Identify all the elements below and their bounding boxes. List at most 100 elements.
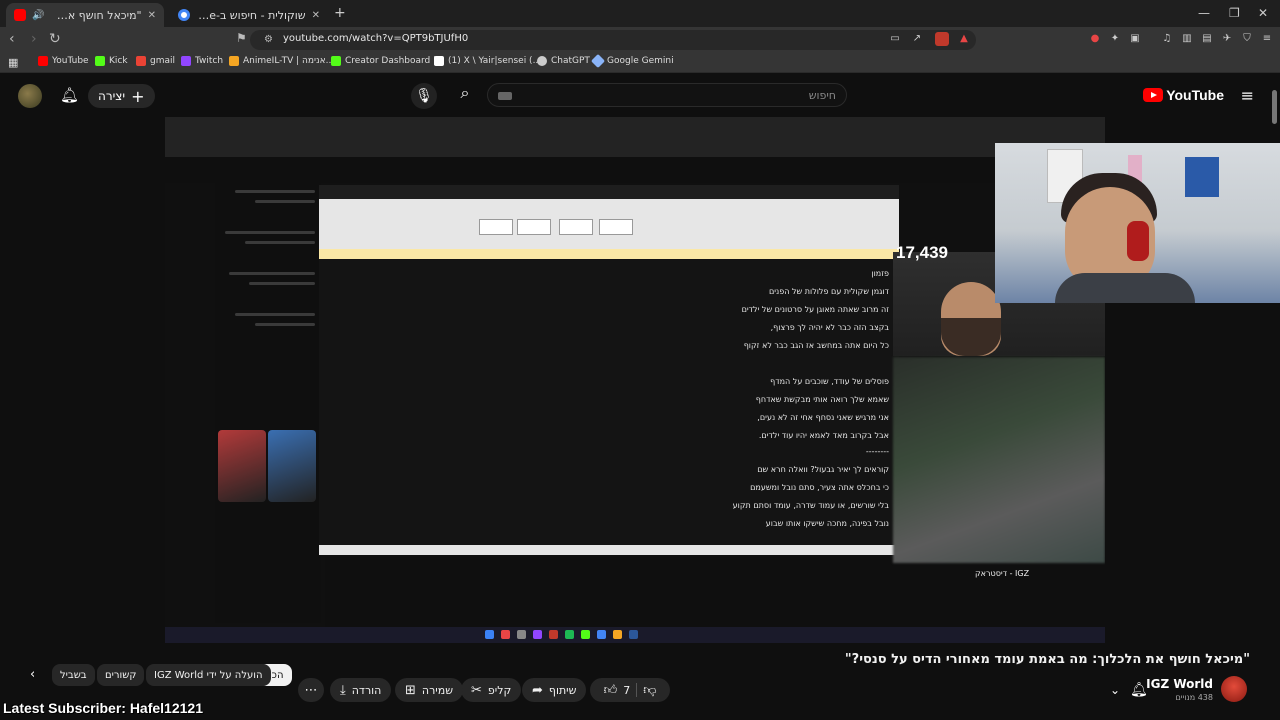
keyboard-icon[interactable] [498,92,512,100]
chip-for-you[interactable]: בשביל [52,664,95,686]
chevron-left-icon[interactable]: ‹ [30,667,35,682]
clip-button[interactable]: ✂ קליפ [461,678,522,702]
apps-icon[interactable]: ▦ [8,56,18,69]
account-avatar[interactable] [18,84,42,108]
browser-tab[interactable]: שוקולית - חיפוש ב-Google ✕ [170,3,328,27]
bookmark-creator-dashboard[interactable]: Creator Dashboard |... [331,56,445,66]
share-page-icon[interactable]: ↗ [910,32,924,46]
video-inner-sidebar [215,183,321,623]
video-title: "מיכאל חושף את הלכלוך: מה באמת עומד מאחו… [844,652,1250,667]
doc-line: כי בחכלס אתה צעיר, סתם נובל ומשעמם [750,483,889,492]
browser-tab-bar: 🔊 "מיכאל חושף את הלכלוך: מה ✕ שוקולית - … [0,0,1280,27]
reload-icon[interactable]: ↻ [49,31,61,47]
doc-line: דוגמן שקולית עם פלולות של הפנים [768,287,889,296]
channel-name[interactable]: IGZ World [1146,677,1213,691]
animeil-icon [229,56,239,66]
bookmark-kick[interactable]: Kick [95,56,128,66]
voice-search-button[interactable]: 🎙︎ [411,83,437,109]
menu-icon[interactable]: ≡ [1260,32,1274,46]
sidebar-icon[interactable]: ▥ [1180,32,1194,46]
video-inner-thumbnail [268,430,316,502]
doc-line: בלי שורשים, או עמוד שדרה, עומד וסתם תקוע [732,501,889,510]
clip-label: קליפ [487,683,512,697]
back-icon[interactable]: ‹ [9,31,15,47]
bookmark-gmail[interactable]: gmail [136,56,175,66]
create-button[interactable]: יצירה + [88,84,155,108]
bookmark-twitch[interactable]: Twitch [181,56,223,66]
extensions-icon[interactable]: ✦ [1108,32,1122,46]
save-icon: ⊞ [405,682,416,698]
video-inner-youtube-header [165,157,1105,183]
thumbs-down-icon[interactable]: 👎︎ [643,683,656,698]
doc-line: נובל בפינה, מחכה שישקו אותו שבוע [765,519,889,528]
audio-icon[interactable]: 🔊 [32,10,44,21]
bookmark-youtube[interactable]: YouTube [38,56,89,66]
close-tab-icon[interactable]: ✕ [312,10,320,21]
notifications-bell-icon[interactable]: 🔔︎ [60,86,79,104]
site-info-icon[interactable]: ⚙ [264,34,273,45]
cast-icon[interactable]: ▭ [888,32,902,46]
share-button[interactable]: ➦ שיתוף [522,678,587,702]
chip-related[interactable]: קשורים [97,664,145,686]
bookmark-gemini[interactable]: Google Gemini [590,53,674,69]
bookmark-x[interactable]: (1) X \ Yair|sensei (... [434,56,541,66]
close-window-icon[interactable]: ✕ [1258,6,1268,20]
media-icon[interactable]: ♫ [1160,32,1174,46]
plus-icon: + [131,86,145,106]
wallet-icon[interactable]: ▤ [1200,32,1214,46]
bookmark-label: Google Gemini [607,56,674,66]
x-icon [434,56,444,66]
close-tab-icon[interactable]: ✕ [148,10,156,21]
bookmark-icon[interactable]: ⚑ [236,31,247,45]
search-input[interactable] [516,87,836,103]
browser-tab-active[interactable]: 🔊 "מיכאל חושף את הלכלוך: מה ✕ [6,3,164,27]
youtube-logo-text: YouTube [1166,87,1224,103]
youtube-icon [38,56,48,66]
thumbs-up-icon[interactable]: 👍︎ [604,683,618,698]
bookmark-label: Kick [109,56,128,66]
word-style-box [559,219,593,235]
brave-shield-icon[interactable] [935,32,949,46]
page-scrollbar[interactable] [1272,90,1277,124]
blurred-region [893,357,1105,563]
more-actions-button[interactable]: ⋯ [298,678,324,702]
channel-avatar[interactable] [1221,676,1247,702]
youtube-logo[interactable]: YouTube [1143,87,1224,103]
video-player[interactable]: פזמון דוגמן שקולית עם פלולות של הפנים זה… [165,117,1105,643]
bookmark-chatgpt[interactable]: ChatGPT [537,56,590,66]
doc-line: שאמא שלך רואה אותי מבקשת שאדחף [755,395,889,404]
chevron-down-icon[interactable]: ⌄ [1110,683,1120,697]
doc-line: כל היום אתה במחשב אז הגב כבר לא זקוף [743,341,889,350]
maximize-icon[interactable]: ❐ [1229,6,1240,20]
scissors-icon: ✂ [471,682,482,698]
doc-line: פוסלים של עודד, שוכבים על המדף [770,377,889,386]
record-icon[interactable]: ● [1088,32,1102,46]
gemini-icon [590,53,606,69]
google-favicon-icon [178,9,190,21]
word-style-box [599,219,633,235]
new-tab-button[interactable]: + [334,5,346,21]
bookmark-label: gmail [150,56,175,66]
rewards-icon[interactable]: ▲ [957,32,971,46]
minimize-icon[interactable]: — [1198,6,1210,20]
save-button[interactable]: ⊞ שמירה [395,678,464,702]
subscription-bell-icon[interactable]: 🔔︎ [1130,682,1148,698]
download-button[interactable]: ⤓ הורדה [330,678,392,702]
word-style-box [517,219,551,235]
hamburger-menu-icon[interactable]: ≡ [1241,86,1254,105]
vpn-icon[interactable]: ✈ [1220,32,1234,46]
kick-icon [331,56,341,66]
bookmark-animeil[interactable]: AnimeIL-TV | אנימה... [229,56,334,66]
forward-icon[interactable]: › [31,31,37,47]
share-icon: ➦ [532,682,543,698]
word-document-page: פזמון דוגמן שקולית עם פלולות של הפנים זה… [319,259,899,549]
poster-in-webcam [1185,157,1219,197]
download-icon: ⤓ [340,682,346,698]
screenshot-icon[interactable]: ▣ [1128,32,1142,46]
chip-uploaded-by[interactable]: IGZ World הועלה על ידי [146,664,271,686]
youtube-play-icon [1143,88,1164,102]
search-button[interactable]: ⌕ [452,83,478,109]
bookmark-label: Creator Dashboard |... [345,56,445,66]
shield-icon[interactable]: ⛉ [1240,32,1254,46]
like-count[interactable]: 7 [623,684,630,697]
